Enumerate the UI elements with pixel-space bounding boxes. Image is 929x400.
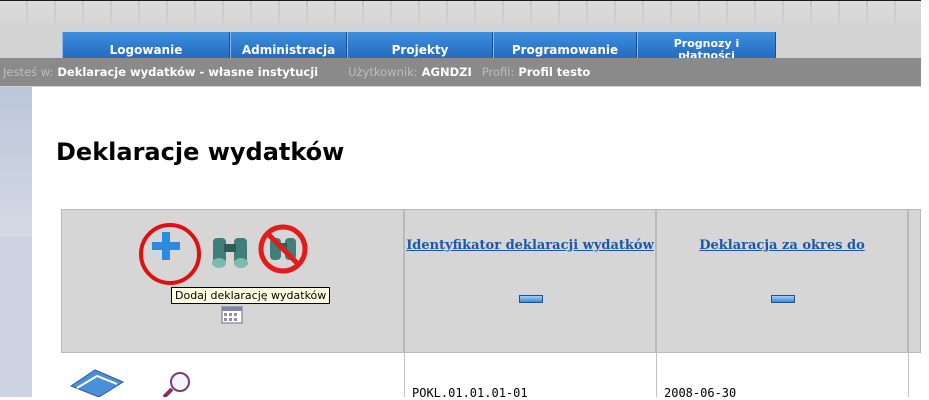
sort-id-icon[interactable] [519, 295, 543, 303]
breadcrumb-location-label: Jesteś w: [3, 65, 54, 79]
book-icon[interactable] [69, 366, 125, 397]
period-header-cell: Deklaracja za okres do [656, 209, 908, 353]
sort-period-icon[interactable] [771, 295, 795, 303]
breadcrumb-location: Deklaracje wydatków - własne instytucji [57, 65, 319, 79]
breadcrumb-profile: Profil testo [518, 65, 591, 79]
header: Logowanie Administracja Projekty Program… [0, 1, 921, 87]
breadcrumb-profile-label: Profil: [481, 65, 515, 79]
left-strip [0, 87, 32, 397]
magnifier-icon[interactable] [160, 371, 194, 397]
binoculars-icon[interactable] [208, 232, 254, 270]
breadcrumb-user-label: Użytkownik: [348, 65, 418, 79]
breadcrumb-user: AGNDZI [421, 65, 472, 79]
id-column-link[interactable]: Identyfikator deklaracji wydatków [405, 238, 655, 254]
row-period: 2008-06-30 [664, 386, 737, 400]
page-title: Deklaracje wydatków [56, 138, 345, 166]
calendar-icon[interactable] [221, 305, 243, 325]
actions-header-cell [61, 209, 404, 353]
row-id: POKL.01.01.01-01 [412, 386, 528, 400]
period-column-link[interactable]: Deklaracja za okres do [657, 238, 907, 254]
binoculars-crossed-icon[interactable] [256, 222, 310, 276]
tooltip: Dodaj deklarację wydatków [171, 287, 331, 304]
highlight-circle [139, 223, 201, 285]
id-header-cell: Identyfikator deklaracji wydatków [404, 209, 656, 353]
right-margin [921, 0, 929, 397]
breadcrumb: Jesteś w: Deklaracje wydatków - własne i… [0, 58, 921, 86]
next-header-cell [908, 209, 921, 353]
